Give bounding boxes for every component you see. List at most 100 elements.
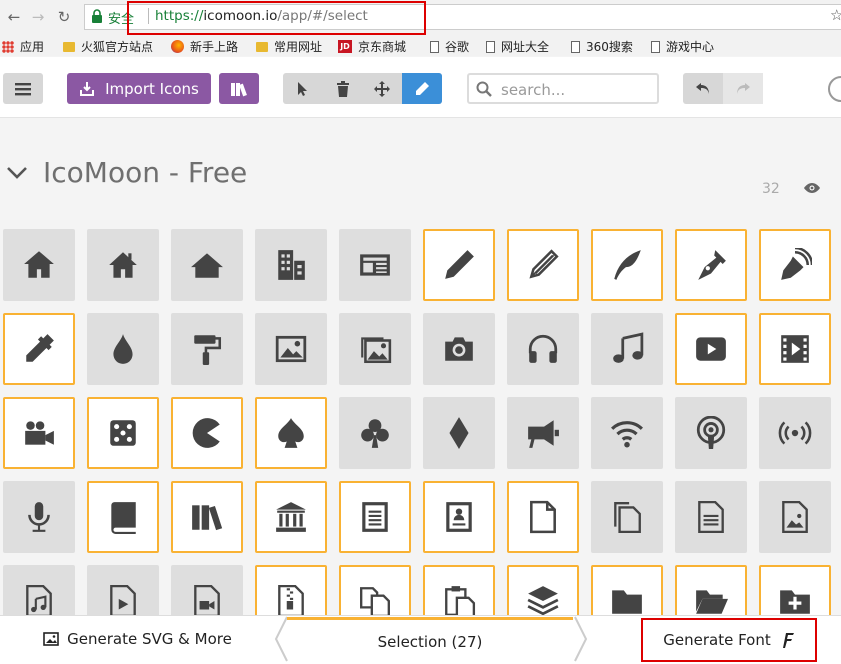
selection-tab[interactable]: Selection (27) (287, 617, 573, 663)
newspaper-icon (360, 254, 390, 276)
film-icon (781, 335, 809, 363)
glyph-tile-blog[interactable] (759, 229, 831, 301)
home3-icon (191, 253, 223, 278)
diamonds-icon (449, 417, 469, 449)
glyph-tile-quill[interactable] (591, 229, 663, 301)
dice-icon (110, 420, 136, 446)
glyph-tile-files-empty[interactable] (591, 481, 663, 553)
connection-icon (611, 421, 643, 448)
glyph-tile-connection[interactable] (591, 397, 663, 469)
glyph-tile-dice[interactable] (87, 397, 159, 469)
bullhorn-icon (528, 420, 559, 448)
glyph-tile-music[interactable] (591, 313, 663, 385)
books-icon (192, 505, 223, 531)
glyph-tile-eyedropper[interactable] (3, 313, 75, 385)
droplet-icon (113, 334, 133, 364)
glyph-tile-clubs[interactable] (339, 397, 411, 469)
video-camera-icon (25, 421, 54, 445)
glyph-tile-diamonds[interactable] (423, 397, 495, 469)
office-icon (278, 250, 305, 280)
glyph-tile-spades[interactable] (255, 397, 327, 469)
home-icon (24, 251, 54, 278)
selection-label: Selection (27) (377, 632, 483, 651)
glyph-tile-book[interactable] (87, 481, 159, 553)
mic-icon (28, 502, 50, 532)
glyph-tile-home[interactable] (3, 229, 75, 301)
paint-format-icon (194, 335, 222, 365)
library-icon (276, 502, 306, 532)
blog-icon (781, 248, 812, 280)
glyph-tile-profile[interactable] (423, 481, 495, 553)
file-text-icon (362, 502, 388, 532)
camera-icon (445, 337, 473, 361)
glyph-tile-file-picture[interactable] (759, 481, 831, 553)
quill-icon (614, 250, 641, 280)
file-zip-icon (278, 584, 304, 618)
glyph-tile-camera[interactable] (423, 313, 495, 385)
files-empty-icon (614, 502, 641, 534)
glyph-tile-home3[interactable] (171, 229, 243, 301)
glyph-tile-image[interactable] (255, 313, 327, 385)
glyph-tile-pencil2[interactable] (507, 229, 579, 301)
folder-open-icon (696, 590, 728, 614)
glyph-tile-office[interactable] (255, 229, 327, 301)
icon-grid (0, 0, 841, 663)
glyph-tile-headphones[interactable] (507, 313, 579, 385)
glyph-tile-mic[interactable] (3, 481, 75, 553)
glyph-tile-video-camera[interactable] (3, 397, 75, 469)
file-text2-icon (698, 500, 724, 534)
tab-divider-right (574, 616, 588, 662)
spades-icon (278, 418, 304, 448)
home2-icon (109, 252, 137, 278)
image-icon (275, 335, 307, 363)
generate-svg-label: Generate SVG & More (67, 630, 232, 648)
glyph-tile-file-text[interactable] (339, 481, 411, 553)
glyph-tile-file-empty[interactable] (507, 481, 579, 553)
glyph-tile-library[interactable] (255, 481, 327, 553)
folder-icon (612, 590, 642, 614)
glyph-tile-film[interactable] (759, 313, 831, 385)
glyph-tile-podcast[interactable] (675, 397, 747, 469)
generate-font-tab[interactable]: Generate Font (641, 618, 817, 662)
file-play-icon (110, 584, 136, 618)
glyph-tile-home2[interactable] (87, 229, 159, 301)
glyph-tile-images[interactable] (339, 313, 411, 385)
images-icon (361, 337, 392, 364)
play-icon (696, 337, 726, 361)
file-music-icon (26, 584, 52, 618)
pencil-icon (445, 250, 474, 279)
paste-icon (445, 586, 476, 618)
file-empty-icon (530, 500, 556, 534)
file-video-icon (194, 584, 220, 618)
glyph-tile-droplet[interactable] (87, 313, 159, 385)
glyph-tile-paint-format[interactable] (171, 313, 243, 385)
pen-icon (698, 250, 726, 280)
clubs-icon (361, 419, 389, 448)
glyph-tile-feed[interactable] (759, 397, 831, 469)
image-icon (43, 632, 59, 646)
glyph-tile-pencil[interactable] (423, 229, 495, 301)
stack-icon (527, 586, 559, 616)
podcast-icon (696, 416, 726, 449)
folder-plus-icon (780, 590, 810, 614)
glyph-tile-newspaper[interactable] (339, 229, 411, 301)
glyph-tile-play[interactable] (675, 313, 747, 385)
headphones-icon (528, 334, 558, 363)
copy-icon (360, 587, 390, 618)
eyedropper-icon (26, 334, 54, 362)
generate-svg-tab[interactable]: Generate SVG & More (0, 615, 275, 663)
glyph-tile-pen[interactable] (675, 229, 747, 301)
glyph-tile-books[interactable] (171, 481, 243, 553)
pacman-icon (192, 418, 220, 448)
file-picture-icon (782, 500, 808, 534)
glyph-tile-file-text2[interactable] (675, 481, 747, 553)
music-icon (613, 332, 644, 363)
pencil2-icon (529, 249, 559, 279)
glyph-tile-bullhorn[interactable] (507, 397, 579, 469)
feed-icon (778, 421, 812, 445)
profile-icon (446, 502, 472, 532)
book-icon (111, 502, 136, 534)
generate-font-label: Generate Font (663, 631, 771, 649)
font-f-icon (782, 633, 794, 648)
glyph-tile-pacman[interactable] (171, 397, 243, 469)
